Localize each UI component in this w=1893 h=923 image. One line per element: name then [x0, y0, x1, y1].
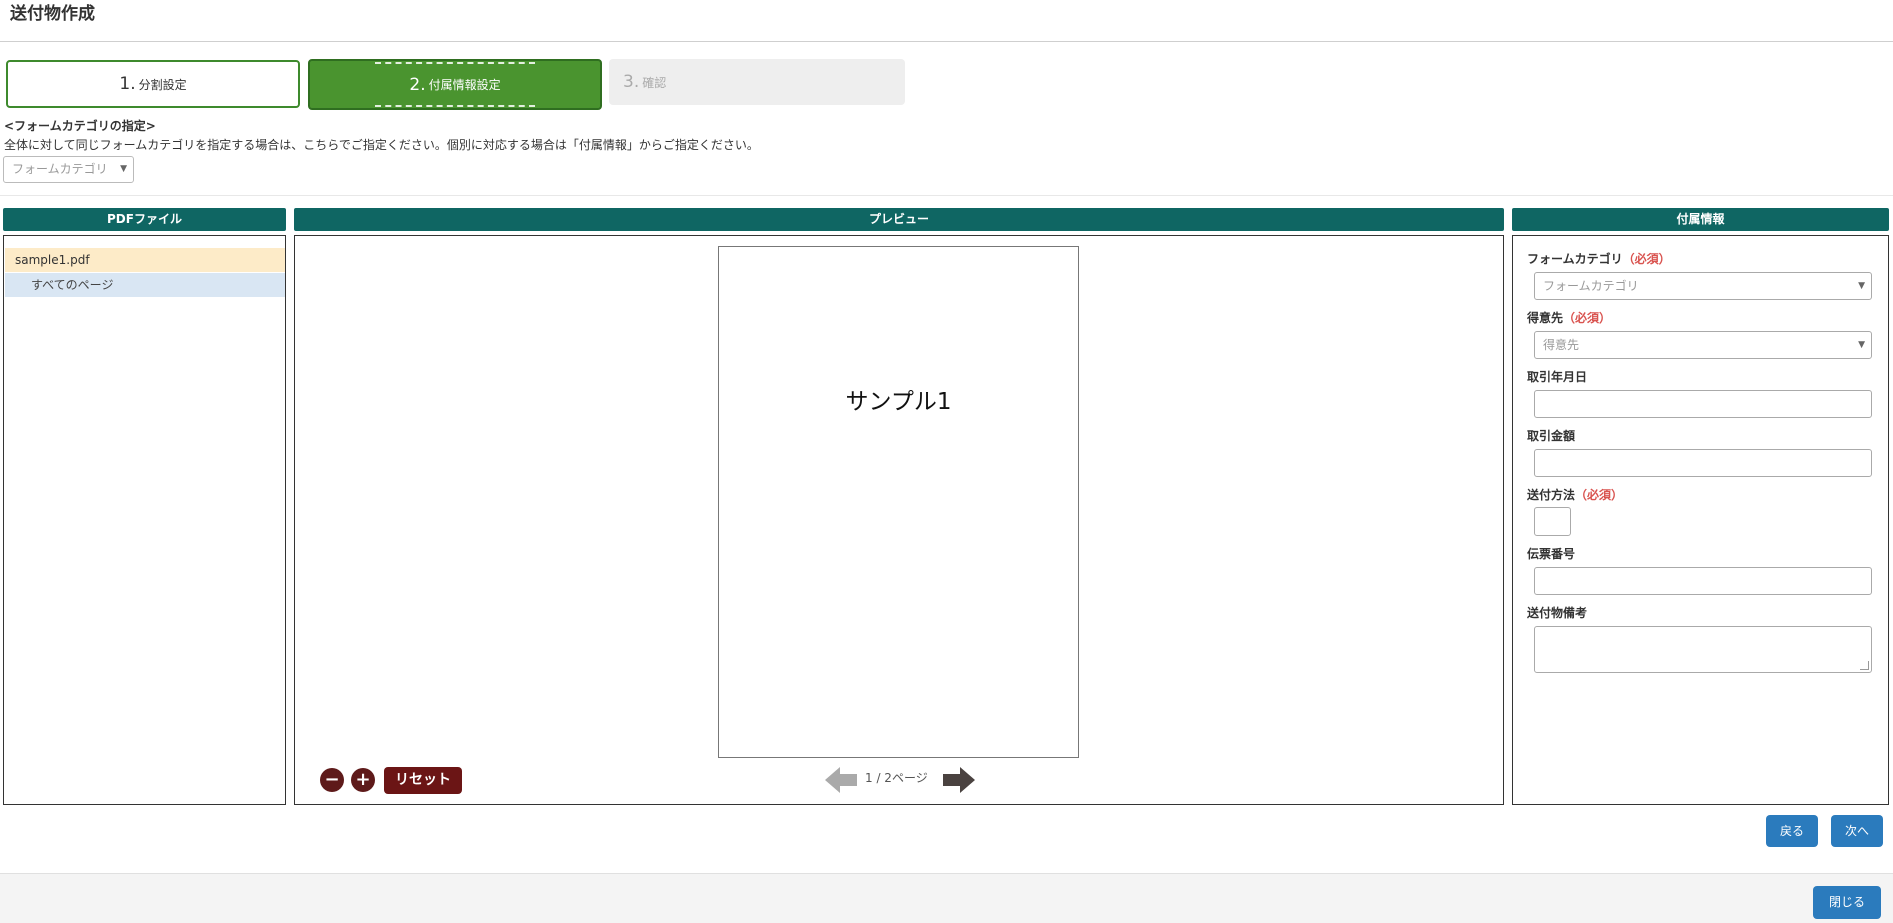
- form-category-field[interactable]: フォームカテゴリ ▼: [1534, 272, 1872, 300]
- preview-panel: サンプル1 − + リセット 1 / 2ページ: [294, 235, 1504, 805]
- form-category-heading: <フォームカテゴリの指定>: [4, 119, 156, 133]
- customer-field[interactable]: 得意先 ▼: [1534, 331, 1872, 359]
- next-button[interactable]: 次へ: [1831, 815, 1883, 847]
- page-title: 送付物作成: [10, 4, 95, 24]
- step-confirm[interactable]: 3. 確認: [609, 59, 905, 105]
- next-page-icon[interactable]: [941, 765, 975, 795]
- step-label: 確認: [642, 75, 667, 90]
- required-mark: （必須）: [1622, 252, 1671, 266]
- slip-number-label: 伝票番号: [1527, 547, 1576, 561]
- attribute-info-panel: フォームカテゴリ（必須） フォームカテゴリ ▼ 得意先（必須） 得意先 ▼ 取引…: [1512, 235, 1889, 805]
- pdf-panel-header: PDFファイル: [3, 208, 286, 231]
- step-attribute-settings[interactable]: 2. 付属情報設定: [308, 59, 602, 110]
- form-category-select[interactable]: フォームカテゴリ ▼: [3, 156, 134, 183]
- preview-page-text: サンプル1: [845, 389, 952, 415]
- info-panel-header: 付属情報: [1512, 208, 1889, 231]
- trade-date-field[interactable]: [1534, 390, 1872, 418]
- step-label: 付属情報設定: [428, 78, 501, 92]
- field-label-text: フォームカテゴリ: [1527, 252, 1623, 266]
- step-label: 分割設定: [138, 77, 187, 92]
- preview-panel-header: プレビュー: [294, 208, 1504, 231]
- field-label-text: 得意先: [1527, 311, 1564, 325]
- title-divider: [0, 41, 1893, 42]
- step-number: 1.: [119, 74, 136, 94]
- pdf-pages-item[interactable]: すべてのページ: [5, 273, 285, 297]
- form-category-description: 全体に対して同じフォームカテゴリを指定する場合は、こちらでご指定ください。個別に…: [4, 138, 759, 152]
- step-number: 2.: [409, 74, 426, 95]
- step-active-dash-top: [375, 62, 535, 64]
- form-category-label: フォームカテゴリ（必須）: [1527, 250, 1671, 267]
- step-active-dash-bottom: [375, 105, 535, 107]
- reset-button[interactable]: リセット: [384, 767, 462, 794]
- required-mark: （必須）: [1563, 311, 1612, 325]
- resize-grip-icon[interactable]: [1860, 661, 1869, 670]
- section-divider: [0, 195, 1893, 196]
- close-button[interactable]: 閉じる: [1813, 886, 1881, 919]
- footer-bar: 閉じる: [0, 873, 1893, 923]
- caret-down-icon: ▼: [1858, 281, 1865, 291]
- form-category-field-placeholder: フォームカテゴリ: [1543, 279, 1639, 293]
- send-method-label: 送付方法（必須）: [1527, 486, 1623, 503]
- page-indicator: 1 / 2ページ: [865, 771, 928, 785]
- send-method-field[interactable]: [1534, 507, 1571, 536]
- customer-field-placeholder: 得意先: [1543, 338, 1580, 352]
- trade-amount-label: 取引金額: [1527, 429, 1576, 443]
- trade-date-label: 取引年月日: [1527, 370, 1588, 384]
- prev-page-icon[interactable]: [825, 765, 859, 795]
- remarks-label: 送付物備考: [1527, 606, 1588, 620]
- form-category-select-placeholder: フォームカテゴリ: [12, 162, 108, 176]
- slip-number-field[interactable]: [1534, 567, 1872, 595]
- step-split-settings[interactable]: 1. 分割設定: [6, 60, 300, 108]
- step-number: 3.: [623, 72, 640, 92]
- pdf-file-item[interactable]: sample1.pdf: [5, 248, 285, 272]
- required-mark: （必須）: [1575, 488, 1624, 502]
- zoom-in-icon[interactable]: +: [351, 768, 375, 792]
- preview-page: サンプル1: [718, 246, 1079, 758]
- caret-down-icon: ▼: [1858, 340, 1865, 350]
- customer-label: 得意先（必須）: [1527, 309, 1611, 326]
- back-button[interactable]: 戻る: [1766, 815, 1818, 847]
- field-label-text: 送付方法: [1527, 488, 1576, 502]
- trade-amount-field[interactable]: [1534, 449, 1872, 477]
- remarks-textarea[interactable]: [1534, 626, 1872, 673]
- caret-down-icon: ▼: [120, 164, 127, 174]
- pdf-file-panel: sample1.pdf すべてのページ: [3, 235, 286, 805]
- zoom-out-icon[interactable]: −: [320, 768, 344, 792]
